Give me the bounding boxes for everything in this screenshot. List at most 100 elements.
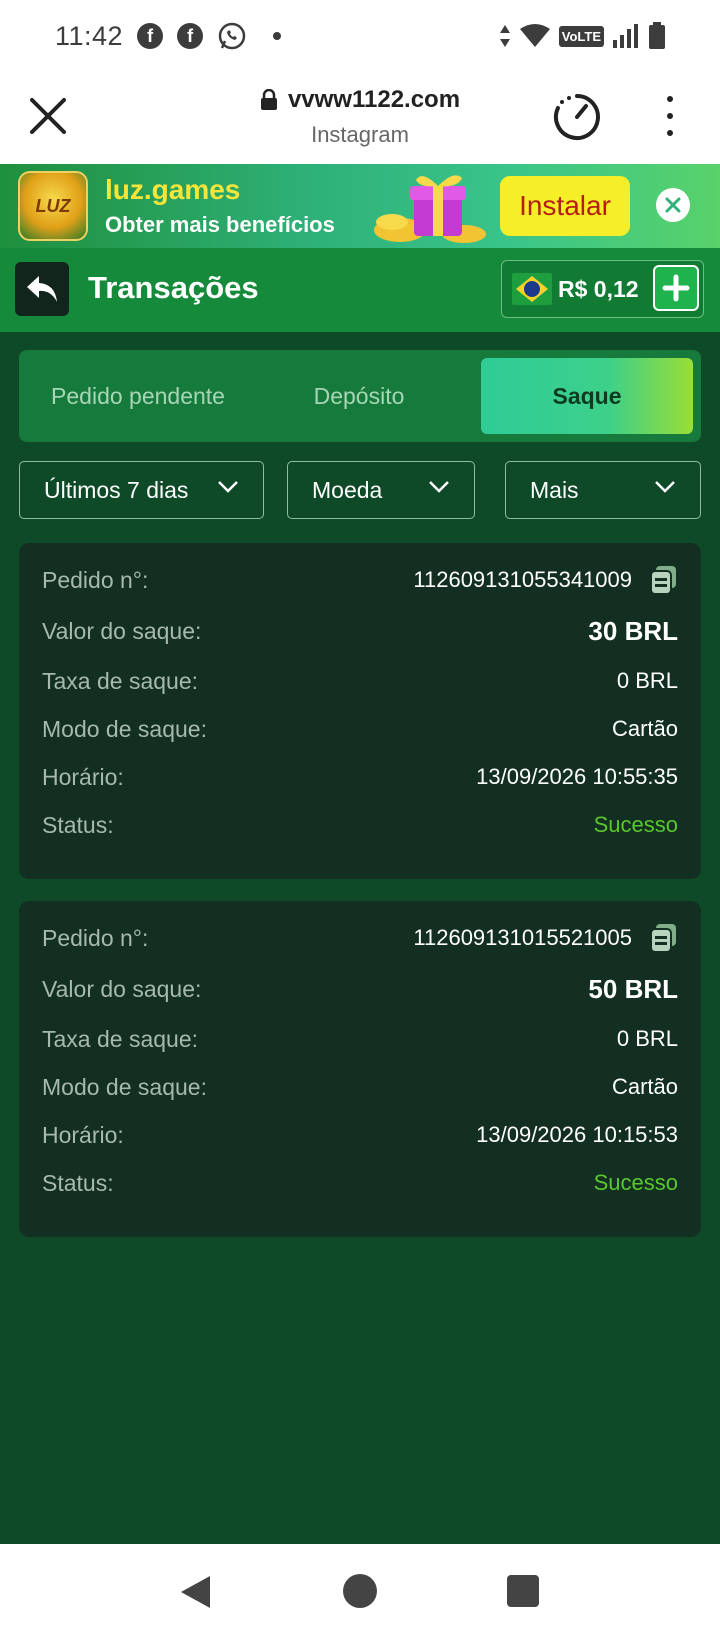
balance-display: R$ 0,12	[501, 260, 704, 318]
app-header: Transações R$ 0,12	[0, 248, 720, 332]
screen: 11:42 f f VoLTE vvww1122.com Instagram L…	[0, 0, 720, 1640]
time-row: Horário: 13/09/2026 10:15:53	[42, 1120, 678, 1150]
status-label: Status:	[42, 811, 114, 838]
facebook-icon: f	[137, 23, 164, 49]
time-value: 13/09/2026 10:15:53	[476, 1122, 678, 1147]
chevron-down-icon	[655, 481, 675, 493]
balance-amount: R$ 0,12	[558, 275, 639, 302]
order-row: Pedido n°: 112609131015521005	[42, 923, 678, 953]
more-filter[interactable]: Mais	[505, 461, 701, 519]
notification-icons: f f	[137, 21, 282, 51]
status-badge: Sucesso	[593, 812, 678, 837]
install-banner[interactable]: LUZ luz.games Obter mais benefícios Inst…	[0, 164, 720, 248]
app-logo: LUZ	[18, 171, 88, 241]
fee-label: Taxa de saque:	[42, 1025, 199, 1052]
fee-value: 0 BRL	[616, 668, 678, 693]
close-banner-icon[interactable]	[656, 188, 690, 222]
system-icons: VoLTE	[499, 22, 666, 50]
mode-label: Modo de saque:	[42, 715, 207, 742]
timer-icon[interactable]	[552, 92, 602, 142]
banner-title: luz.games	[105, 174, 241, 205]
mode-value: Cartão	[611, 1074, 678, 1099]
browser-toolbar: vvww1122.com Instagram	[0, 72, 720, 164]
mode-label: Modo de saque:	[42, 1073, 207, 1100]
battery-icon	[649, 22, 665, 49]
signal-icon	[613, 24, 638, 48]
time-label: Horário:	[42, 763, 124, 790]
x-icon	[665, 197, 681, 213]
back-button[interactable]	[15, 262, 69, 316]
status-label: Status:	[42, 1169, 114, 1196]
status-time: 11:42	[55, 20, 124, 51]
transaction-tabs: Pedido pendente Depósito Saque	[19, 350, 701, 442]
status-row: Status: Sucesso	[42, 810, 678, 840]
more-label: Mais	[530, 476, 579, 503]
volte-badge: VoLTE	[558, 25, 604, 47]
gift-coins-image	[374, 175, 486, 243]
install-button[interactable]: Instalar	[500, 176, 630, 236]
tab-pending[interactable]: Pedido pendente	[19, 350, 257, 442]
whatsapp-icon	[218, 22, 246, 50]
order-number: 112609131015521005	[413, 925, 632, 950]
mode-row: Modo de saque: Cartão	[42, 714, 678, 744]
tab-withdrawal[interactable]: Saque	[481, 358, 693, 434]
fee-row: Taxa de saque: 0 BRL	[42, 1024, 678, 1054]
transaction-card: Pedido n°: 112609131015521005 Valor do s…	[19, 901, 701, 1237]
more-menu-icon[interactable]	[660, 96, 680, 136]
fee-value: 0 BRL	[616, 1026, 678, 1051]
fee-row: Taxa de saque: 0 BRL	[42, 666, 678, 696]
status-bar: 11:42 f f VoLTE	[0, 0, 720, 72]
page-title: Transações	[88, 270, 259, 305]
close-icon[interactable]	[26, 94, 70, 138]
amount-label: Valor do saque:	[42, 617, 202, 644]
mode-value: Cartão	[611, 716, 678, 741]
notification-dot	[273, 32, 282, 40]
url-row: vvww1122.com	[260, 86, 460, 114]
fee-label: Taxa de saque:	[42, 667, 199, 694]
url-source: Instagram	[311, 122, 409, 147]
order-value: 112609131055341009	[413, 565, 678, 595]
time-value: 13/09/2026 10:55:35	[476, 764, 678, 789]
copy-icon[interactable]	[650, 565, 678, 595]
amount-value: 50 BRL	[588, 973, 678, 1004]
time-label: Horário:	[42, 1121, 124, 1148]
plus-icon	[662, 274, 690, 302]
order-value: 112609131015521005	[413, 923, 678, 953]
status-badge: Sucesso	[593, 1170, 678, 1195]
amount-row: Valor do saque: 30 BRL	[42, 616, 678, 646]
amount-label: Valor do saque:	[42, 975, 202, 1002]
wifi-icon	[519, 24, 550, 47]
system-nav-bar	[0, 1544, 720, 1640]
transactions-content: Pedido pendente Depósito Saque Últimos 7…	[0, 332, 720, 1544]
status-row: Status: Sucesso	[42, 1168, 678, 1198]
deposit-plus-button[interactable]	[653, 265, 699, 311]
filter-bar: Últimos 7 dias Moeda Mais	[19, 461, 701, 519]
amount-row: Valor do saque: 50 BRL	[42, 974, 678, 1004]
facebook-icon: f	[177, 23, 204, 49]
copy-icon[interactable]	[650, 923, 678, 953]
banner-subtitle: Obter mais benefícios	[105, 212, 335, 237]
brazil-flag-icon	[512, 273, 552, 305]
order-number: 112609131055341009	[413, 567, 632, 592]
chevron-down-icon	[218, 481, 238, 493]
tab-deposit[interactable]: Depósito	[257, 350, 461, 442]
currency-filter[interactable]: Moeda	[287, 461, 475, 519]
mode-row: Modo de saque: Cartão	[42, 1072, 678, 1102]
back-arrow-icon	[27, 276, 57, 302]
order-label: Pedido n°:	[42, 566, 149, 593]
url-text: vvww1122.com	[287, 86, 461, 113]
amount-value: 30 BRL	[588, 615, 678, 646]
url-area[interactable]: vvww1122.com Instagram	[160, 86, 560, 148]
nav-recents-icon[interactable]	[507, 1575, 539, 1607]
menu-dot	[667, 130, 673, 136]
nav-home-icon[interactable]	[343, 1574, 377, 1608]
menu-dot	[667, 113, 673, 119]
date-range-label: Últimos 7 dias	[44, 476, 189, 503]
order-label: Pedido n°:	[42, 924, 149, 951]
menu-dot	[667, 96, 673, 102]
date-range-filter[interactable]: Últimos 7 dias	[19, 461, 264, 519]
transaction-card: Pedido n°: 112609131055341009 Valor do s…	[19, 543, 701, 879]
order-row: Pedido n°: 112609131055341009	[42, 565, 678, 595]
time-row: Horário: 13/09/2026 10:55:35	[42, 762, 678, 792]
nav-back-icon[interactable]	[178, 1574, 212, 1610]
